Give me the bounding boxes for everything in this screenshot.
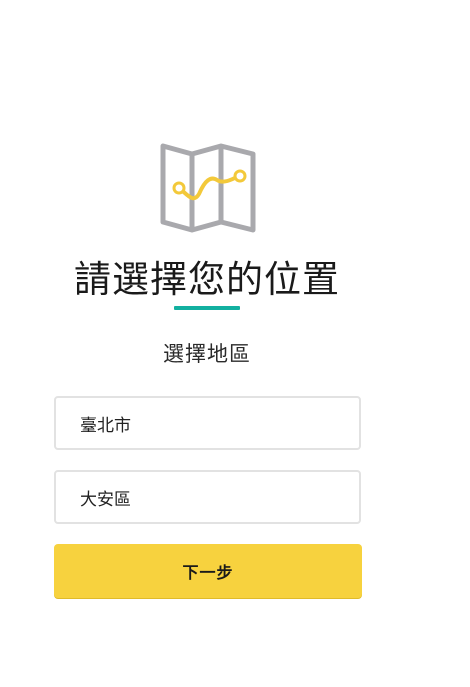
district-select[interactable]: 大安區 [54,470,361,524]
next-button[interactable]: 下一步 [54,544,362,598]
city-select-value: 臺北市 [80,415,131,436]
page-title: 請選擇您的位置 [74,258,340,301]
city-select[interactable]: 臺北市 [54,396,361,450]
map-route-icon [159,140,259,236]
title-underline [174,306,240,310]
district-select-value: 大安區 [80,489,131,510]
location-page: 請選擇您的位置 選擇地區 臺北市 大安區 下一步 [0,0,470,687]
region-subtitle: 選擇地區 [163,342,251,366]
